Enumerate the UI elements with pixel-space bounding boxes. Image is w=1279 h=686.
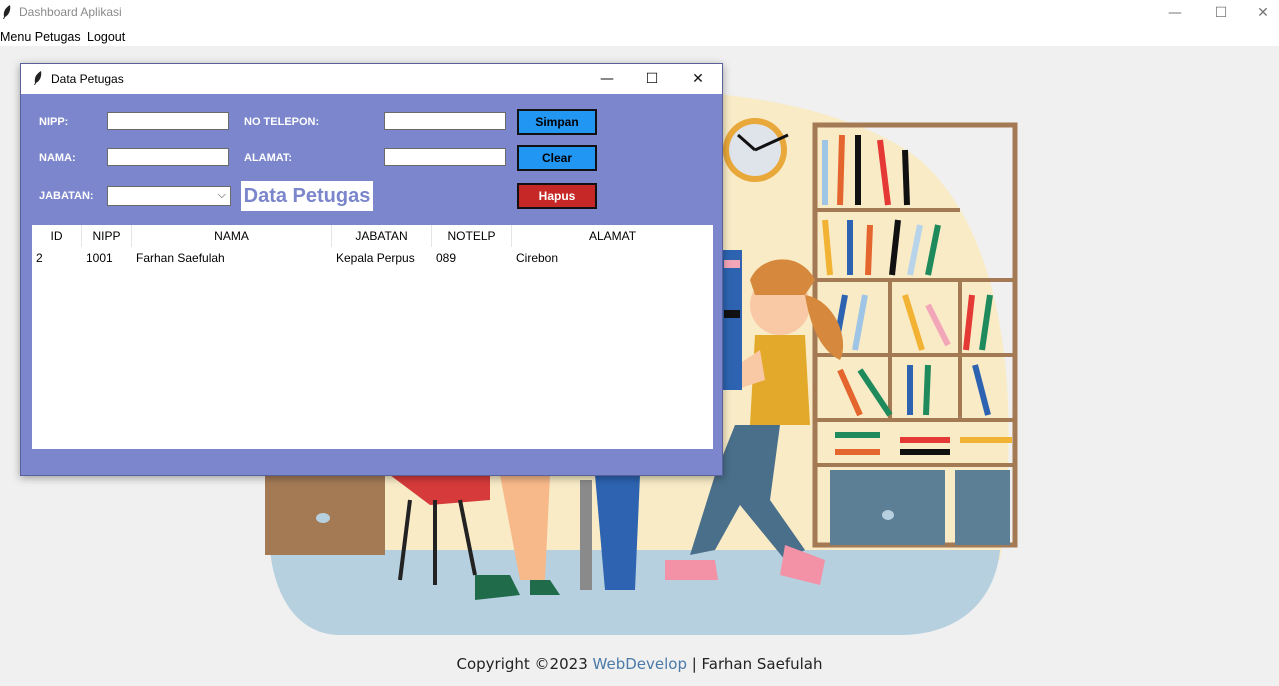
dialog-heading: Data Petugas [241,181,373,211]
dialog-title-bar: Data Petugas — ☐ ✕ [21,64,722,94]
copyright-footer: Copyright ©2023 WebDevelop | Farhan Saef… [0,655,1279,673]
footer-suffix: | Farhan Saefulah [686,655,823,673]
dialog-maximize-button[interactable]: ☐ [629,64,675,94]
maximize-button[interactable]: ☐ [1198,0,1244,26]
cell-notelp: 089 [436,251,457,265]
alamat-field[interactable] [384,148,506,166]
cell-jabatan: Kepala Perpus [336,251,415,265]
feather-icon [3,5,11,19]
maximize-icon: ☐ [645,71,659,87]
minimize-icon: — [600,71,614,87]
column-header-nama[interactable]: NAMA [132,225,332,247]
minimize-button[interactable]: — [1152,0,1198,26]
column-header-id[interactable]: ID [32,225,82,247]
menu-bar: Menu Petugas Logout [0,26,1279,46]
cell-alamat: Cirebon [516,251,559,265]
petugas-table[interactable]: ID NIPP NAMA JABATAN NOTELP ALAMAT 2 100… [32,225,713,449]
close-icon: ✕ [692,71,704,87]
cell-id: 2 [36,251,43,265]
dialog-title: Data Petugas [51,72,124,86]
maximize-icon: ☐ [1214,5,1228,21]
menu-item-logout[interactable]: Logout [87,30,125,44]
nama-label: NAMA: [39,152,76,164]
column-header-jabatan[interactable]: JABATAN [332,225,432,247]
jabatan-combobox[interactable]: ⌵ [107,186,231,206]
jabatan-label: JABATAN: [39,190,94,202]
footer-prefix: Copyright ©2023 [456,655,593,673]
dialog-close-button[interactable]: ✕ [675,64,721,94]
nipp-label: NIPP: [39,116,69,128]
main-title-bar: Dashboard Aplikasi — ☐ ✕ [0,0,1279,26]
chevron-down-icon[interactable]: ⌵ [218,188,226,202]
dialog-minimize-button[interactable]: — [584,64,630,94]
minimize-icon: — [1168,5,1182,21]
cell-nama: Farhan Saefulah [136,251,225,265]
alamat-label: ALAMAT: [244,152,293,164]
telepon-label: NO TELEPON: [244,116,320,128]
column-header-notelp[interactable]: NOTELP [432,225,512,247]
clear-button[interactable]: Clear [517,145,597,171]
close-button[interactable]: ✕ [1240,0,1279,26]
close-icon: ✕ [1257,5,1269,21]
feather-icon [34,71,42,85]
column-header-nipp[interactable]: NIPP [82,225,132,247]
simpan-button[interactable]: Simpan [517,109,597,135]
nipp-field[interactable] [107,112,229,130]
menu-item-menu-petugas[interactable]: Menu Petugas [0,30,81,44]
hapus-button[interactable]: Hapus [517,183,597,209]
footer-link[interactable]: WebDevelop [593,655,687,673]
telepon-field[interactable] [384,112,506,130]
cell-nipp: 1001 [86,251,113,265]
nama-field[interactable] [107,148,229,166]
data-petugas-dialog: Data Petugas — ☐ ✕ NIPP: NAMA: JABATAN: … [20,63,723,476]
column-header-alamat[interactable]: ALAMAT [512,225,713,247]
window-title: Dashboard Aplikasi [19,5,122,19]
